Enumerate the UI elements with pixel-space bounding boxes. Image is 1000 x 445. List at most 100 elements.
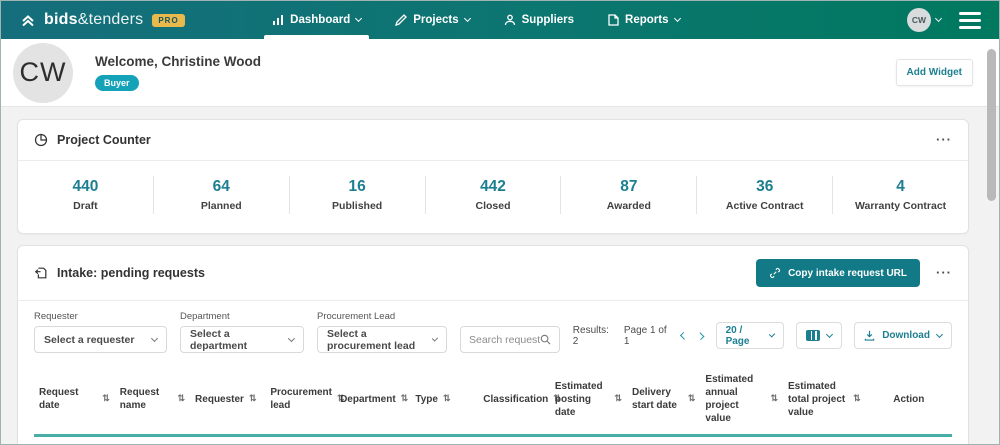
next-page-icon[interactable]: [697, 331, 705, 339]
col-type[interactable]: Type⇅: [410, 365, 478, 436]
project-counter-widget: Project Counter ··· 440 Draft 64 Planned…: [17, 119, 969, 234]
widget-menu-button[interactable]: ···: [936, 269, 952, 277]
col-estimated-annual-project-value[interactable]: Estimated annual project value⇅: [700, 365, 783, 436]
sort-icon[interactable]: ⇅: [853, 393, 861, 405]
cell-request-name: New Playground: [115, 436, 190, 445]
add-widget-button[interactable]: Add Widget: [896, 59, 973, 86]
stat-value: 440: [22, 178, 149, 196]
chevron-down-icon: [432, 335, 438, 341]
page-size-select[interactable]: 20 / Page: [716, 322, 785, 349]
sort-icon[interactable]: ⇅: [443, 393, 451, 405]
col-request-date[interactable]: Request date⇅: [34, 365, 115, 436]
search-input[interactable]: [469, 334, 540, 346]
stat-published[interactable]: 16 Published: [290, 176, 426, 214]
chevron-down-icon: [151, 334, 158, 341]
document-icon: [608, 14, 619, 26]
pencil-icon: [395, 14, 407, 26]
stat-value: 36: [701, 178, 828, 196]
stat-value: 87: [565, 178, 692, 196]
brand-name-light: &tenders: [78, 11, 144, 28]
select-value: Select a procurement lead: [327, 328, 425, 352]
col-estimated-total-project-value[interactable]: Estimated total project value⇅: [783, 365, 866, 436]
cell-procurement-lead: Joelle Sofonoff: [265, 436, 335, 445]
chevron-down-icon: [826, 330, 833, 337]
filter-procurement-lead: Procurement Lead Select a procurement le…: [317, 311, 447, 353]
user-avatar: CW: [907, 8, 931, 32]
stat-closed[interactable]: 442 Closed: [426, 176, 562, 214]
sort-icon[interactable]: ⇅: [249, 393, 257, 405]
cell-estimated-posting-date: N/A: [550, 436, 627, 445]
vertical-scrollbar[interactable]: [987, 49, 996, 201]
stat-draft[interactable]: 440 Draft: [18, 176, 154, 214]
nav-item-label: Reports: [625, 14, 668, 26]
intake-table-wrapper: Request date⇅ Request name⇅ Requester⇅ P…: [18, 365, 968, 445]
person-icon: [504, 14, 516, 26]
stat-planned[interactable]: 64 Planned: [154, 176, 290, 214]
table-header-row: Request date⇅ Request name⇅ Requester⇅ P…: [34, 365, 952, 436]
pro-badge: PRO: [152, 14, 184, 27]
col-procurement-lead[interactable]: Procurement lead⇅: [265, 365, 335, 436]
chevron-down-icon: [355, 15, 362, 22]
page-title: Welcome, Christine Wood: [95, 54, 261, 69]
cell-request-date: June 18, 2024: [34, 436, 115, 445]
welcome-header: CW Welcome, Christine Wood Buyer Add Wid…: [1, 39, 999, 107]
department-select[interactable]: Select a department: [180, 326, 304, 353]
stat-label: Active Contract: [701, 200, 828, 212]
cell-department: Corporate Services: [335, 436, 410, 445]
sort-icon[interactable]: ⇅: [401, 393, 409, 405]
brand-name-bold: bids: [44, 11, 78, 28]
cell-type: RFP: [410, 436, 478, 445]
brand-logo[interactable]: bids&tenders PRO: [19, 11, 185, 29]
sort-icon[interactable]: ⇅: [770, 393, 778, 405]
download-icon: [864, 330, 875, 341]
stat-value: 64: [158, 178, 285, 196]
sort-icon[interactable]: ⇅: [614, 393, 622, 405]
sort-icon[interactable]: ⇅: [688, 393, 696, 405]
col-delivery-start-date[interactable]: Delivery start date⇅: [627, 365, 700, 436]
nav-item-suppliers[interactable]: Suppliers: [490, 1, 588, 39]
widget-title: Project Counter: [57, 133, 151, 147]
procurement-lead-select[interactable]: Select a procurement lead: [317, 326, 447, 353]
requester-select[interactable]: Select a requester: [34, 326, 167, 353]
cell-requester: Joelle Sofonoff: [190, 436, 265, 445]
col-department[interactable]: Department⇅: [335, 365, 410, 436]
user-menu[interactable]: CW: [907, 8, 941, 32]
search-icon[interactable]: [540, 334, 551, 345]
pending-requests-table: Request date⇅ Request name⇅ Requester⇅ P…: [34, 365, 952, 445]
chevron-down-icon: [935, 15, 942, 22]
bar-chart-icon: [272, 14, 284, 26]
copy-button-label: Copy intake request URL: [788, 268, 907, 279]
filter-label: Requester: [34, 311, 167, 322]
nav-item-projects[interactable]: Projects: [381, 1, 483, 39]
stat-warranty-contract[interactable]: 4 Warranty Contract: [833, 176, 968, 214]
col-classification[interactable]: Classification⇅: [478, 365, 550, 436]
link-icon: [769, 267, 781, 279]
nav-item-label: Suppliers: [522, 14, 574, 26]
col-request-name[interactable]: Request name⇅: [115, 365, 190, 436]
intake-filters-row: Requester Select a requester Department …: [18, 301, 968, 365]
sort-icon[interactable]: ⇅: [178, 393, 186, 405]
stat-label: Published: [294, 200, 421, 212]
table-row: June 18, 2024 New Playground Joelle Sofo…: [34, 436, 952, 445]
col-requester[interactable]: Requester⇅: [190, 365, 265, 436]
navbar-right: CW: [907, 8, 981, 32]
col-estimated-posting-date[interactable]: Estimated posting date⇅: [550, 365, 627, 436]
nav-item-reports[interactable]: Reports: [594, 1, 693, 39]
stat-label: Planned: [158, 200, 285, 212]
stat-awarded[interactable]: 87 Awarded: [561, 176, 697, 214]
columns-toggle-button[interactable]: [796, 322, 842, 349]
dashboard-content: Project Counter ··· 440 Draft 64 Planned…: [1, 107, 999, 445]
columns-icon: [806, 330, 820, 341]
cell-estimated-total-project-value: N/A: [783, 436, 866, 445]
download-button[interactable]: Download: [854, 322, 952, 349]
nav-item-dashboard[interactable]: Dashboard: [258, 1, 375, 39]
double-chevron-up-icon: [19, 11, 37, 29]
filter-department: Department Select a department: [180, 311, 304, 353]
sort-icon[interactable]: ⇅: [102, 393, 110, 405]
previous-page-icon[interactable]: [679, 331, 687, 339]
stat-active-contract[interactable]: 36 Active Contract: [697, 176, 833, 214]
widget-menu-button[interactable]: ···: [936, 136, 952, 144]
chevron-down-icon: [288, 335, 295, 342]
hamburger-menu-icon[interactable]: [959, 12, 981, 29]
copy-intake-request-url-button[interactable]: Copy intake request URL: [756, 259, 920, 287]
